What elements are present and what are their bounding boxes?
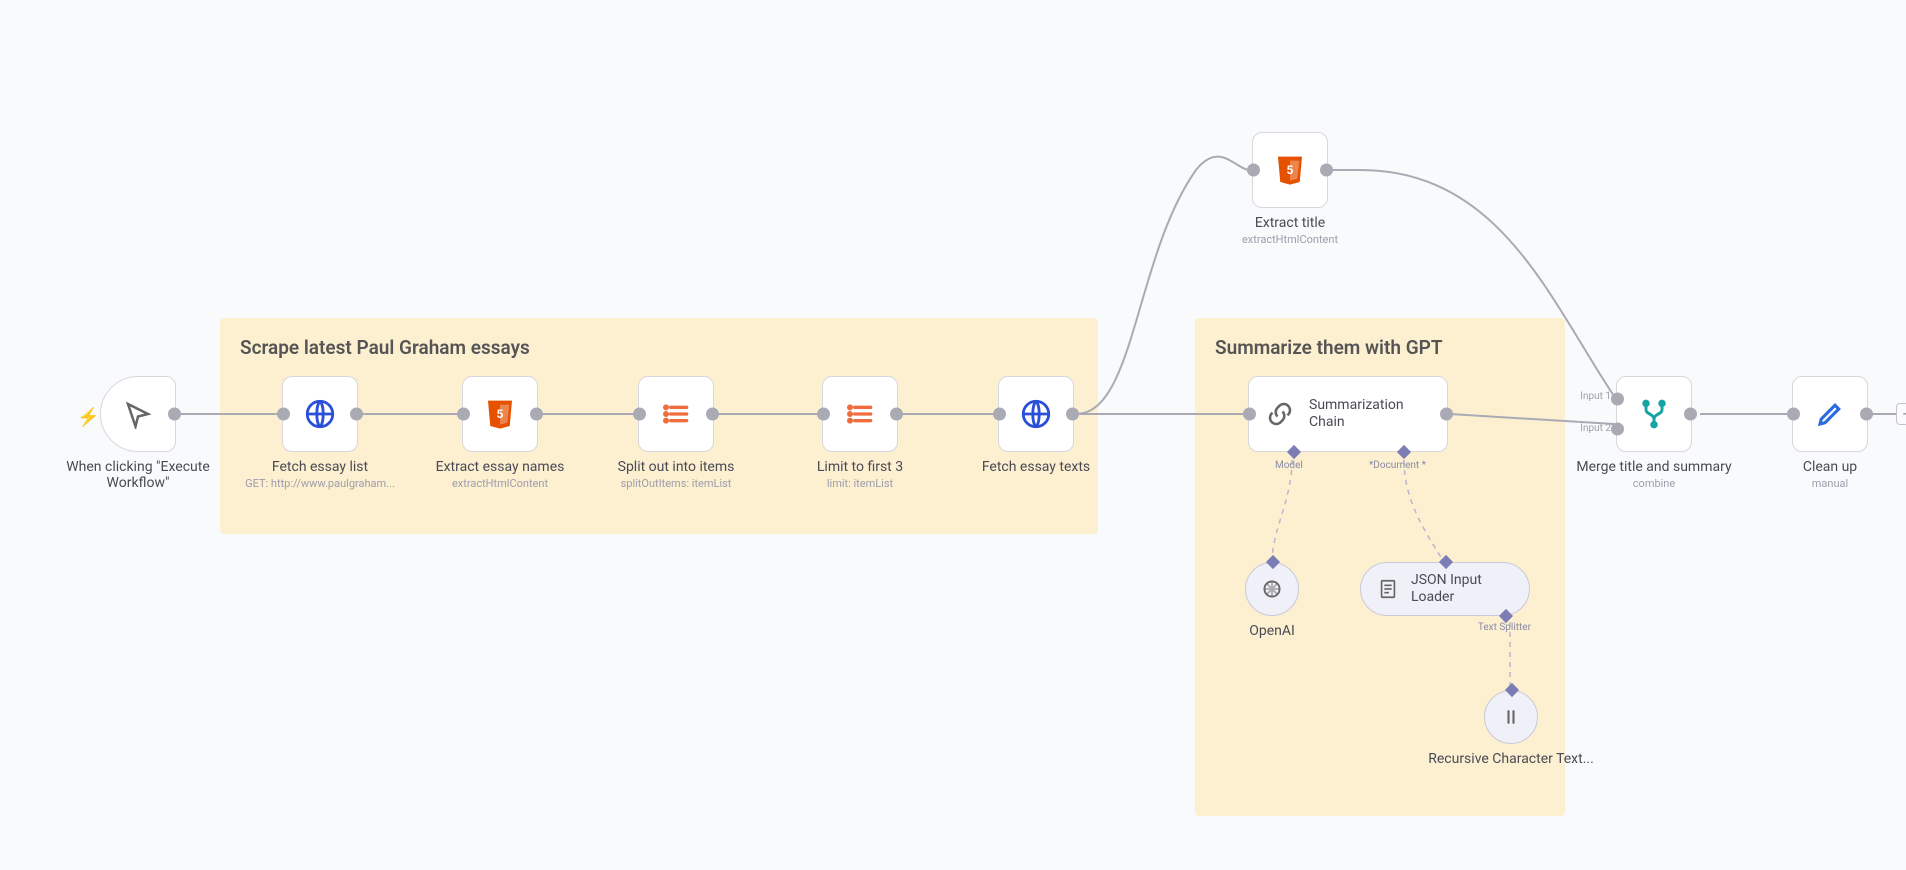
- node-fetch-texts[interactable]: Fetch essay texts: [998, 376, 1074, 452]
- port-in-1[interactable]: [1611, 393, 1624, 406]
- port-out[interactable]: [890, 408, 903, 421]
- html5-icon: 5: [1274, 154, 1306, 186]
- node-split[interactable]: Split out into items splitOutItems: item…: [638, 376, 714, 452]
- port-out[interactable]: [1440, 408, 1453, 421]
- port-tag-2: Input 2: [1571, 423, 1611, 434]
- port-in[interactable]: [1243, 408, 1256, 421]
- merge-icon: [1638, 398, 1670, 430]
- port-out[interactable]: [1860, 408, 1873, 421]
- workflow-canvas[interactable]: Scrape latest Paul Graham essays Summari…: [0, 0, 1906, 870]
- globe-icon: [303, 397, 337, 431]
- node-merge[interactable]: Input 1 Input 2 Merge title and summary …: [1616, 376, 1692, 452]
- node-extract-title-label: Extract title extractHtmlContent: [1200, 215, 1380, 246]
- list-icon: [844, 398, 876, 430]
- port-out[interactable]: [706, 408, 719, 421]
- port-in[interactable]: [1787, 408, 1800, 421]
- node-json-loader-label: JSON Input Loader: [1411, 572, 1513, 607]
- ai-port-ts-label: Text Splitter: [1478, 622, 1531, 633]
- port-in[interactable]: [817, 408, 830, 421]
- group-scrape-title: Scrape latest Paul Graham essays: [240, 336, 1078, 359]
- svg-text:5: 5: [497, 407, 504, 421]
- node-cleanup[interactable]: Clean up manual: [1792, 376, 1868, 452]
- port-in[interactable]: [457, 408, 470, 421]
- node-rct-label: Recursive Character Text...: [1421, 751, 1601, 767]
- pencil-icon: [1815, 399, 1845, 429]
- port-tag-1: Input 1: [1571, 391, 1611, 402]
- port-out[interactable]: [1066, 408, 1079, 421]
- node-extract-title[interactable]: 5 Extract title extractHtmlContent: [1252, 132, 1328, 208]
- port-out[interactable]: [530, 408, 543, 421]
- node-openai-label: OpenAI: [1182, 623, 1362, 639]
- list-icon: [660, 398, 692, 430]
- node-extract-names[interactable]: 5 Extract essay names extractHtmlContent: [462, 376, 538, 452]
- port-in[interactable]: [277, 408, 290, 421]
- port-out[interactable]: [1684, 408, 1697, 421]
- add-node-button[interactable]: +: [1896, 403, 1906, 425]
- node-fetch-texts-label: Fetch essay texts: [946, 459, 1126, 475]
- node-trigger[interactable]: ⚡ When clicking "Execute Workflow": [100, 376, 176, 452]
- node-limit[interactable]: Limit to first 3 limit: itemList: [822, 376, 898, 452]
- node-fetch-list-label: Fetch essay list GET: http://www.paulgra…: [230, 459, 410, 490]
- node-openai[interactable]: OpenAI: [1245, 562, 1299, 616]
- port-in[interactable]: [633, 408, 646, 421]
- node-limit-label: Limit to first 3 limit: itemList: [770, 459, 950, 490]
- port-out[interactable]: [1320, 164, 1333, 177]
- ai-port-model-label: Model: [1275, 460, 1303, 471]
- html5-icon: 5: [484, 398, 516, 430]
- port-in[interactable]: [1247, 164, 1260, 177]
- ai-port-document-label: *Document *: [1369, 460, 1426, 471]
- node-split-label: Split out into items splitOutItems: item…: [586, 459, 766, 490]
- svg-text:5: 5: [1287, 163, 1294, 177]
- cursor-icon: [123, 399, 153, 429]
- node-merge-label: Merge title and summary combine: [1564, 459, 1744, 490]
- link-icon: [1265, 399, 1295, 429]
- globe-icon: [1019, 397, 1053, 431]
- node-cleanup-label: Clean up manual: [1740, 459, 1906, 490]
- document-icon: [1377, 578, 1399, 600]
- port-in[interactable]: [993, 408, 1006, 421]
- openai-icon: [1259, 576, 1285, 602]
- node-fetch-list[interactable]: Fetch essay list GET: http://www.paulgra…: [282, 376, 358, 452]
- node-trigger-label: When clicking "Execute Workflow": [48, 459, 228, 491]
- node-rct[interactable]: Recursive Character Text...: [1484, 690, 1538, 744]
- node-json-loader[interactable]: JSON Input Loader Text Splitter: [1360, 562, 1530, 616]
- node-extract-names-label: Extract essay names extractHtmlContent: [410, 459, 590, 490]
- group-summarize-title: Summarize them with GPT: [1215, 336, 1545, 359]
- bolt-icon: ⚡: [77, 407, 99, 428]
- port-out[interactable]: [350, 408, 363, 421]
- pause-icon: [1501, 707, 1521, 727]
- port-out[interactable]: [168, 408, 181, 421]
- node-sum-chain[interactable]: Summarization Chain Model *Document *: [1248, 376, 1448, 452]
- node-sum-chain-label: Summarization Chain: [1309, 397, 1431, 432]
- port-in-2[interactable]: [1611, 422, 1624, 435]
